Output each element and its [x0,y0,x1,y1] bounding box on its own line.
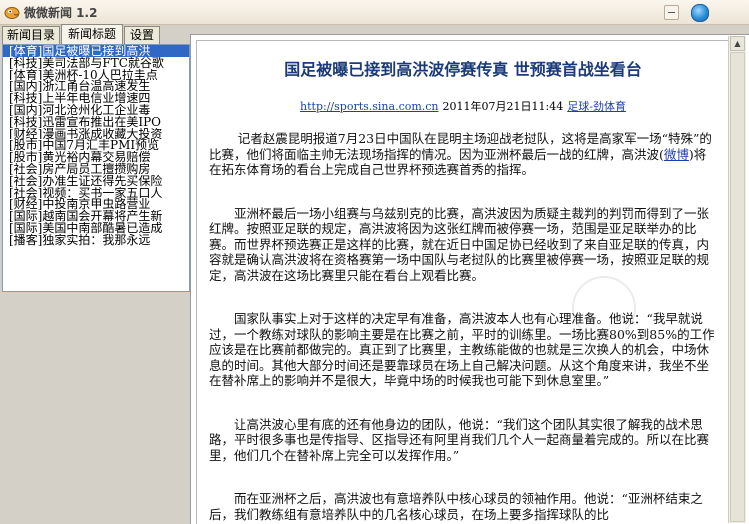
news-list-item[interactable]: [国内]浙江甬台温高速发生 [3,80,189,92]
article-paragraph: 记者赵震昆明报道7月23日中国队在昆明主场迎战老挝队，这将是高家军一场“特殊”的… [209,131,717,178]
window-title: 微微新闻 1.2 [24,6,98,20]
close-button[interactable] [691,4,709,22]
news-list-item[interactable]: [科技]上半年电信业增速四 [3,92,189,104]
weibo-link[interactable]: 微博 [664,147,689,162]
article-body: 记者赵震昆明报道7月23日中国队在昆明主场迎战老挝队，这将是高家军一场“特殊”的… [209,131,717,524]
scrollbar-thumb[interactable] [730,52,745,522]
article-scrollbar[interactable]: ▲ [728,36,746,523]
article-paragraph: 而在亚洲杯之后，高洪波也有意培养队中核心球员的领袖作用。他说：“亚洲杯结束之后，… [209,491,703,522]
news-list-item[interactable]: [社会]视频：买书一家五口人 [3,187,189,199]
article-title: 国足被曝已接到高洪波停赛传真 世预赛首战坐看台 [284,60,642,79]
app-logo-icon [4,7,20,19]
article-frame: 国足被曝已接到高洪波停赛传真 世预赛首战坐看台 http://sports.si… [196,40,729,524]
article-meta: http://sports.sina.com.cn 2011年07月21日11:4… [197,98,729,114]
source-name-link[interactable]: 足球-劲体育 [567,100,626,113]
article-viewer: 国足被曝已接到高洪波停赛传真 世预赛首战坐看台 http://sports.si… [190,34,749,524]
news-list-item[interactable]: [股市]中国7月汇丰PMI预览 [3,139,189,151]
news-list-item[interactable]: [体育]国足被曝已接到高洪 [3,45,189,57]
source-url-link[interactable]: http://sports.sina.com.cn [300,100,438,113]
news-list-item[interactable]: [财经]中投南京甲虫路营业 [3,198,189,210]
article-paragraph: 让高洪波心里有底的还有他身边的团队，他说：“我们这个团队其实很了解我的战术思路，… [209,416,710,463]
news-list-item[interactable]: [财经]漫画书涨成收藏大投资 [3,128,189,140]
tab-news-directory[interactable]: 新闻目录 [2,26,60,44]
news-list-item[interactable]: [社会]房产局员工擅攒购房 [3,163,189,175]
news-list-item[interactable]: [科技]美司法部与FTC就谷歌 [3,57,189,69]
news-title-list: [体育]国足被曝已接到高洪 [科技]美司法部与FTC就谷歌 [体育]美洲杯-10… [2,44,190,292]
article-date: 2011年07月21日11:44 [442,100,564,113]
news-list-item[interactable]: [科技]迅雷宣布推出在美IPO [3,116,189,128]
news-list-item[interactable]: [国际]美国中南部酷暑已造成 [3,222,189,234]
watermark-seal [572,276,636,340]
tab-settings[interactable]: 设置 [124,26,160,44]
title-bar: 微微新闻 1.2 [0,0,749,25]
paragraph-text: 记者赵震昆明报道7月23日中国队在昆明主场迎战老挝队，这将是高家军一场“特殊”的… [209,131,712,162]
news-list-item[interactable]: [社会]办准生证还得先买保险 [3,175,189,187]
article-paragraph: 亚洲杯最后一场小组赛与乌兹别克的比赛，高洪波因为质疑主裁判的判罚而得到了一张红牌… [209,205,710,283]
news-list-item[interactable]: [播客]独家实拍：我那永远 [3,234,189,246]
tab-bar: 新闻目录 新闻标题 设置 [0,24,190,44]
minimize-button[interactable] [664,5,679,20]
news-list-item[interactable]: [国内]河北沧州化工企业毒 [3,104,189,116]
news-list-item[interactable]: [国际]越南国会开幕将产生新 [3,210,189,222]
tab-news-titles[interactable]: 新闻标题 [61,24,123,44]
article-paragraph: 国家队事实上对于这样的决定早有准备，高洪波本人也有心理准备。他说：“我早就说过，… [209,311,715,388]
news-list-item[interactable]: [体育]美洲杯-10人巴拉圭点 [3,69,189,81]
scroll-up-arrow-icon[interactable]: ▲ [730,36,745,51]
news-list-item[interactable]: [股市]黄光裕内幕交易赔偿 [3,151,189,163]
